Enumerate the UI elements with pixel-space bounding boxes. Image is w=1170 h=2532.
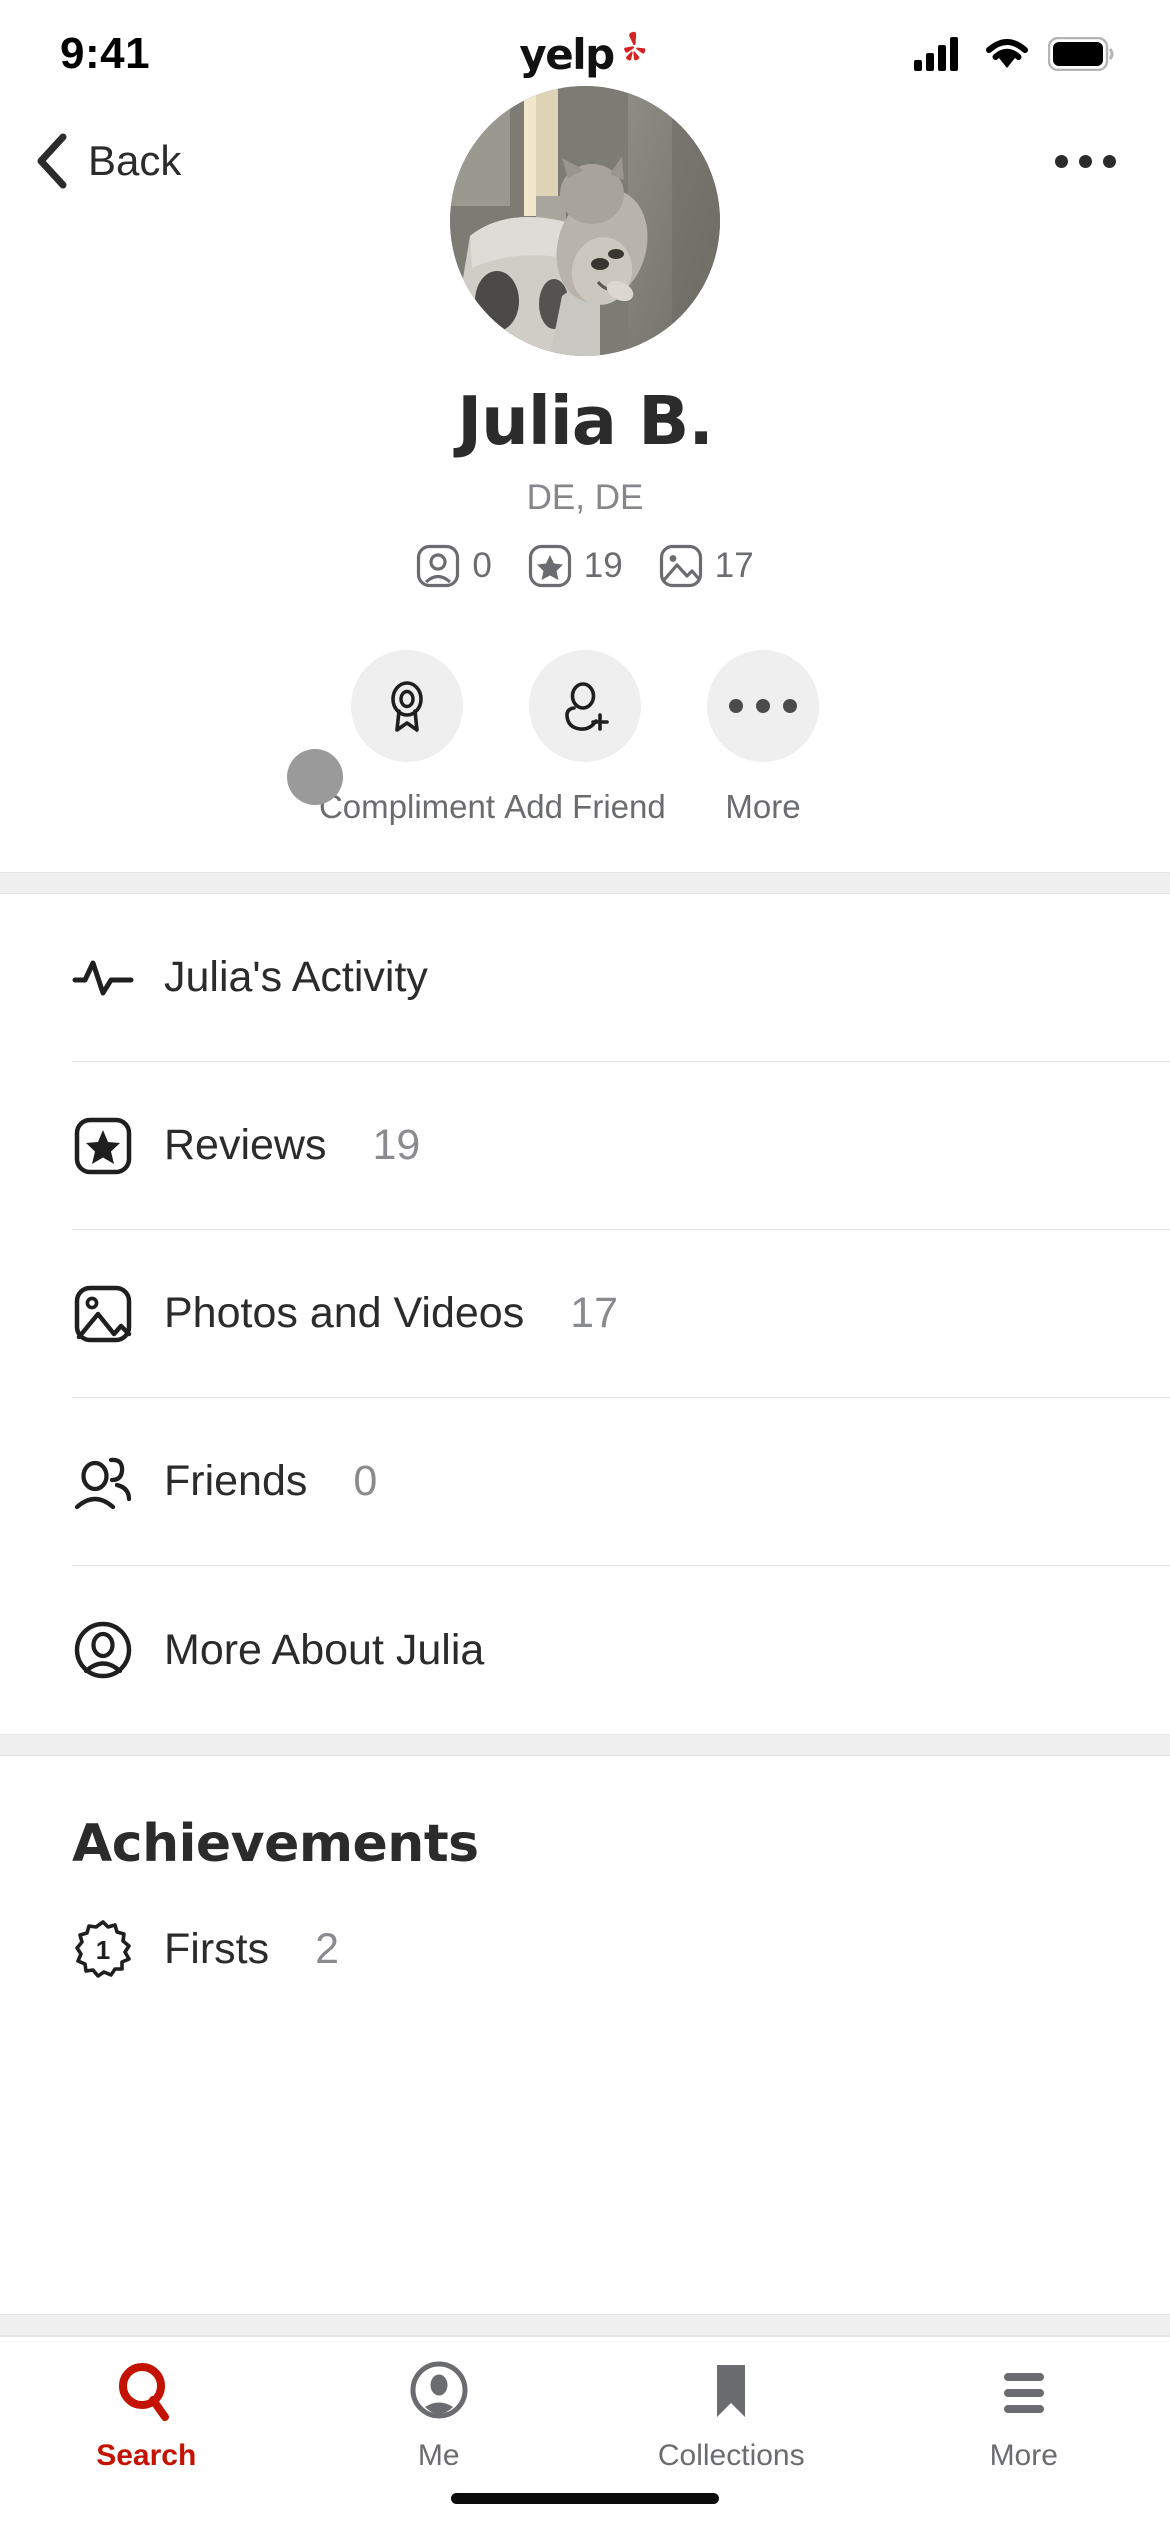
profile-actions: Compliment Add Friend More [318,650,852,826]
list-item-count: 17 [570,1289,619,1337]
overflow-menu-button[interactable] [1045,141,1126,182]
ellipsis-icon [729,699,797,713]
stat-reviews[interactable]: 19 [528,544,623,588]
photo-badge-icon [659,544,702,588]
add-friend-icon [565,682,609,731]
touch-cursor-indicator [287,749,343,805]
star-square-icon [72,1115,134,1177]
yelp-burst-icon [623,31,646,61]
add-friend-label: Add Friend [504,788,666,825]
section-divider [0,2314,1170,2336]
ellipsis-icon [1079,154,1092,168]
ellipsis-icon [1055,154,1068,168]
tab-collections[interactable]: Collections [585,2359,878,2473]
stat-friends[interactable]: 0 [416,544,492,588]
me-person-icon [410,2361,468,2419]
list-item-label: Julia's Activity [164,953,428,1001]
compliment-label: Compliment [318,788,496,825]
achievement-item-firsts[interactable]: 1 Firsts 2 [72,1874,1170,2024]
navigation-bar: Back [0,108,1170,214]
list-item-reviews[interactable]: Reviews 19 [72,1062,1170,1230]
svg-text:1: 1 [96,1935,110,1965]
people-icon [72,1451,134,1513]
ellipsis-icon [1103,154,1116,168]
list-item-label: Photos and Videos [164,1289,525,1337]
stat-value: 0 [472,546,492,585]
back-button[interactable]: Back [30,131,181,191]
section-divider [0,872,1170,894]
search-icon [119,2363,170,2421]
pulse-activity-icon [72,947,134,1009]
tab-me[interactable]: Me [293,2359,586,2473]
stat-value: 19 [583,546,623,585]
award-ribbon-icon [391,681,423,732]
compliment-button-circle [351,650,463,762]
tab-more[interactable]: More [878,2359,1170,2473]
friends-badge-icon [417,544,460,588]
list-item-friends[interactable]: Friends 0 [72,1398,1170,1566]
stat-value: 17 [714,546,754,585]
more-actions-label: More [725,788,801,825]
achievement-label: Firsts [164,1924,270,1973]
achievements-section: Achievements 1 Firsts 2 [0,1756,1170,2024]
cellular-signal-icon [914,37,958,71]
list-item-label: Friends [164,1457,308,1505]
tab-label: Search [96,2439,197,2472]
battery-icon [1048,37,1114,71]
app-screen: 9:41 yelp Back Julia B. DE, DE 0 19 17 C… [0,0,1170,2532]
compliment-button[interactable]: Compliment [318,650,496,826]
tab-label: Collections [657,2439,805,2472]
profile-location: DE, DE [526,478,644,517]
photo-square-icon [72,1283,134,1345]
activity-list: Julia's Activity Reviews 19 Photos and V… [0,894,1170,1734]
back-label: Back [88,137,182,184]
list-item-photos-videos[interactable]: Photos and Videos 17 [72,1230,1170,1398]
hamburger-menu-icon [1003,2373,1044,2413]
profile-header: Julia B. DE, DE 0 19 17 Compliment Add F… [0,86,1170,872]
firsts-badge-icon: 1 [72,1918,134,1980]
tab-label: Me [417,2439,460,2472]
status-time: 9:41 [60,29,151,78]
more-actions-button[interactable]: More [674,650,852,826]
list-item-count: 0 [353,1457,378,1505]
more-actions-button-circle [707,650,819,762]
content-spacer [0,2024,1170,2314]
achievement-count: 2 [315,1924,340,1973]
profile-stats: 0 19 17 [416,544,754,588]
bookmark-icon [717,2365,746,2417]
wifi-icon [986,39,1028,68]
yelp-wordmark: yelp [519,29,615,79]
chevron-left-icon [37,133,67,189]
list-item-label: Reviews [164,1121,327,1169]
person-circle-icon [72,1619,134,1681]
achievements-title: Achievements [72,1814,479,1874]
list-item-count: 19 [372,1121,421,1169]
section-divider [0,1734,1170,1756]
add-friend-button-circle [529,650,641,762]
tab-search[interactable]: Search [0,2359,293,2473]
star-badge-icon [528,544,571,588]
home-indicator [451,2493,719,2504]
add-friend-button[interactable]: Add Friend [496,650,674,826]
profile-name: Julia B. [457,382,714,460]
list-item-more-about[interactable]: More About Julia [72,1566,1170,1734]
status-icons [914,36,1114,72]
stat-photos[interactable]: 17 [659,544,754,588]
list-item-activity[interactable]: Julia's Activity [72,894,1170,1062]
tab-label: More [989,2439,1058,2472]
list-item-label: More About Julia [164,1625,485,1674]
